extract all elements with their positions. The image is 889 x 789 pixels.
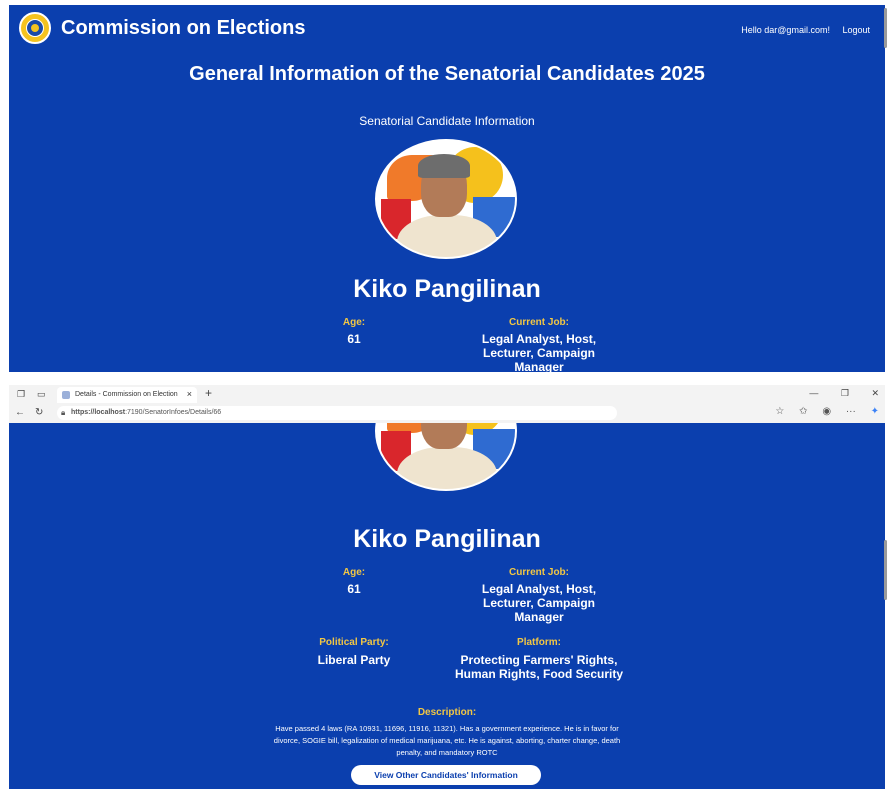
section-title: Senatorial Candidate Information [359,114,535,128]
age-value: 61 [347,582,361,596]
browser-chrome: ❐ ▭ Details - Commission on Election × +… [9,385,885,423]
lock-icon: 🔒︎ [61,408,66,417]
close-window-icon[interactable]: ✕ [871,388,879,398]
comelec-seal-logo[interactable] [19,12,51,44]
seal-inner [26,19,44,37]
user-greeting-link[interactable]: Hello dar@gmail.com! [741,25,830,35]
description-label: Description: [417,707,477,718]
browser-tab[interactable]: Details - Commission on Election × [57,387,197,403]
candidate-name: Kiko Pangilinan [353,525,541,553]
current-job-value: Legal Analyst, Host, Lecturer, Campaign … [481,582,597,624]
view-other-candidates-button[interactable]: View Other Candidates' Information [351,765,541,785]
page-title: General Information of the Senatorial Ca… [189,63,705,85]
candidate-photo [375,423,517,491]
seal-dot [31,24,39,32]
new-tab-icon[interactable]: + [205,386,212,400]
minimize-icon[interactable]: — [809,388,818,398]
tab-title: Details - Commission on Election [75,391,178,398]
current-job-label: Current Job: [509,567,569,578]
political-party-label: Political Party: [319,637,389,648]
url-input[interactable]: 🔒︎ https://localhost:7190/SenatorInfoes/… [57,406,617,420]
url-host: https://localhost [71,409,126,416]
workspaces-icon[interactable]: ❐ [17,389,25,400]
browser-toolbar: ☆ ✩ ◉ ··· ✦ [763,406,879,417]
photo-face [421,423,467,449]
url-text: https://localhost:7190/SenatorInfoes/Det… [71,409,221,416]
candidate-photo [375,139,517,259]
favorites-icon[interactable]: ✩ [799,406,807,417]
platform-label: Platform: [517,637,561,648]
navbar: Commission on Elections Hello dar@gmail.… [9,5,885,49]
refresh-icon[interactable]: ↻ [35,407,43,418]
profile-icon[interactable]: ◉ [822,406,831,417]
restore-icon[interactable]: ❐ [841,388,849,398]
page-top-section: Commission on Elections Hello dar@gmail.… [9,5,885,372]
brand-link[interactable]: Commission on Elections [61,17,305,40]
political-party-value: Liberal Party [317,653,391,667]
age-label: Age: [342,567,366,578]
back-icon[interactable]: ← [15,407,25,418]
logout-link[interactable]: Logout [842,25,870,35]
current-job-value: Legal Analyst, Host, Lecturer, Campaign … [481,332,597,372]
tab-bar: ❐ ▭ Details - Commission on Election × +… [9,385,885,403]
more-icon[interactable]: ··· [846,406,856,417]
close-tab-icon[interactable]: × [187,389,192,399]
favorite-star-icon[interactable]: ☆ [775,406,784,417]
candidate-name: Kiko Pangilinan [353,275,541,303]
scrollbar-thumb[interactable] [884,540,887,600]
current-job-label: Current Job: [509,317,569,328]
description-text: Have passed 4 laws (RA 10931, 11696, 119… [273,724,621,757]
user-menu: Hello dar@gmail.com! Logout [731,25,870,35]
address-bar-row: ← ↻ 🔒︎ https://localhost:7190/SenatorInf… [9,404,885,423]
page-bottom-section: Kiko Pangilinan Age: 61 Current Job: Leg… [9,423,885,789]
photo-shirt [397,447,497,489]
platform-value: Protecting Farmers' Rights, Human Rights… [454,653,623,681]
photo-shirt [397,215,497,257]
tab-actions-icon[interactable]: ▭ [37,389,46,400]
age-value: 61 [347,332,361,346]
window-controls: — ❐ ✕ [789,388,879,399]
copilot-icon[interactable]: ✦ [871,406,879,417]
url-path: :7190/SenatorInfoes/Details/66 [125,409,222,416]
age-label: Age: [342,317,366,328]
favicon-icon [62,391,70,399]
scrollbar-thumb[interactable] [884,8,887,48]
photo-hair [418,154,470,178]
